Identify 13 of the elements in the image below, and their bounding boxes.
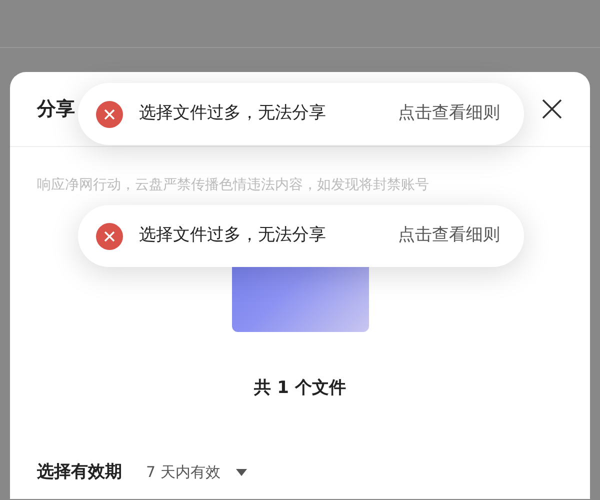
- toast-message: 选择文件过多，无法分享: [139, 224, 326, 248]
- file-count: 共 1 个文件: [253, 377, 347, 400]
- error-icon: [96, 222, 123, 250]
- details-link[interactable]: 点击查看细则: [398, 223, 500, 249]
- caret-icon: [236, 468, 248, 476]
- dialog-title: 分享: [37, 96, 75, 122]
- error-icon: [96, 100, 123, 128]
- notice-text: 响应净网行动，云盘严禁传播色情违法内容，如发现将封禁账号: [36, 176, 430, 195]
- details-link[interactable]: 点击查看细则: [398, 101, 500, 127]
- expiry-label: 选择有效期: [37, 460, 122, 484]
- toast-message: 选择文件过多，无法分享: [139, 102, 326, 126]
- close-icon[interactable]: [541, 98, 563, 120]
- expiry-dropdown[interactable]: 7 天内有效: [146, 461, 248, 484]
